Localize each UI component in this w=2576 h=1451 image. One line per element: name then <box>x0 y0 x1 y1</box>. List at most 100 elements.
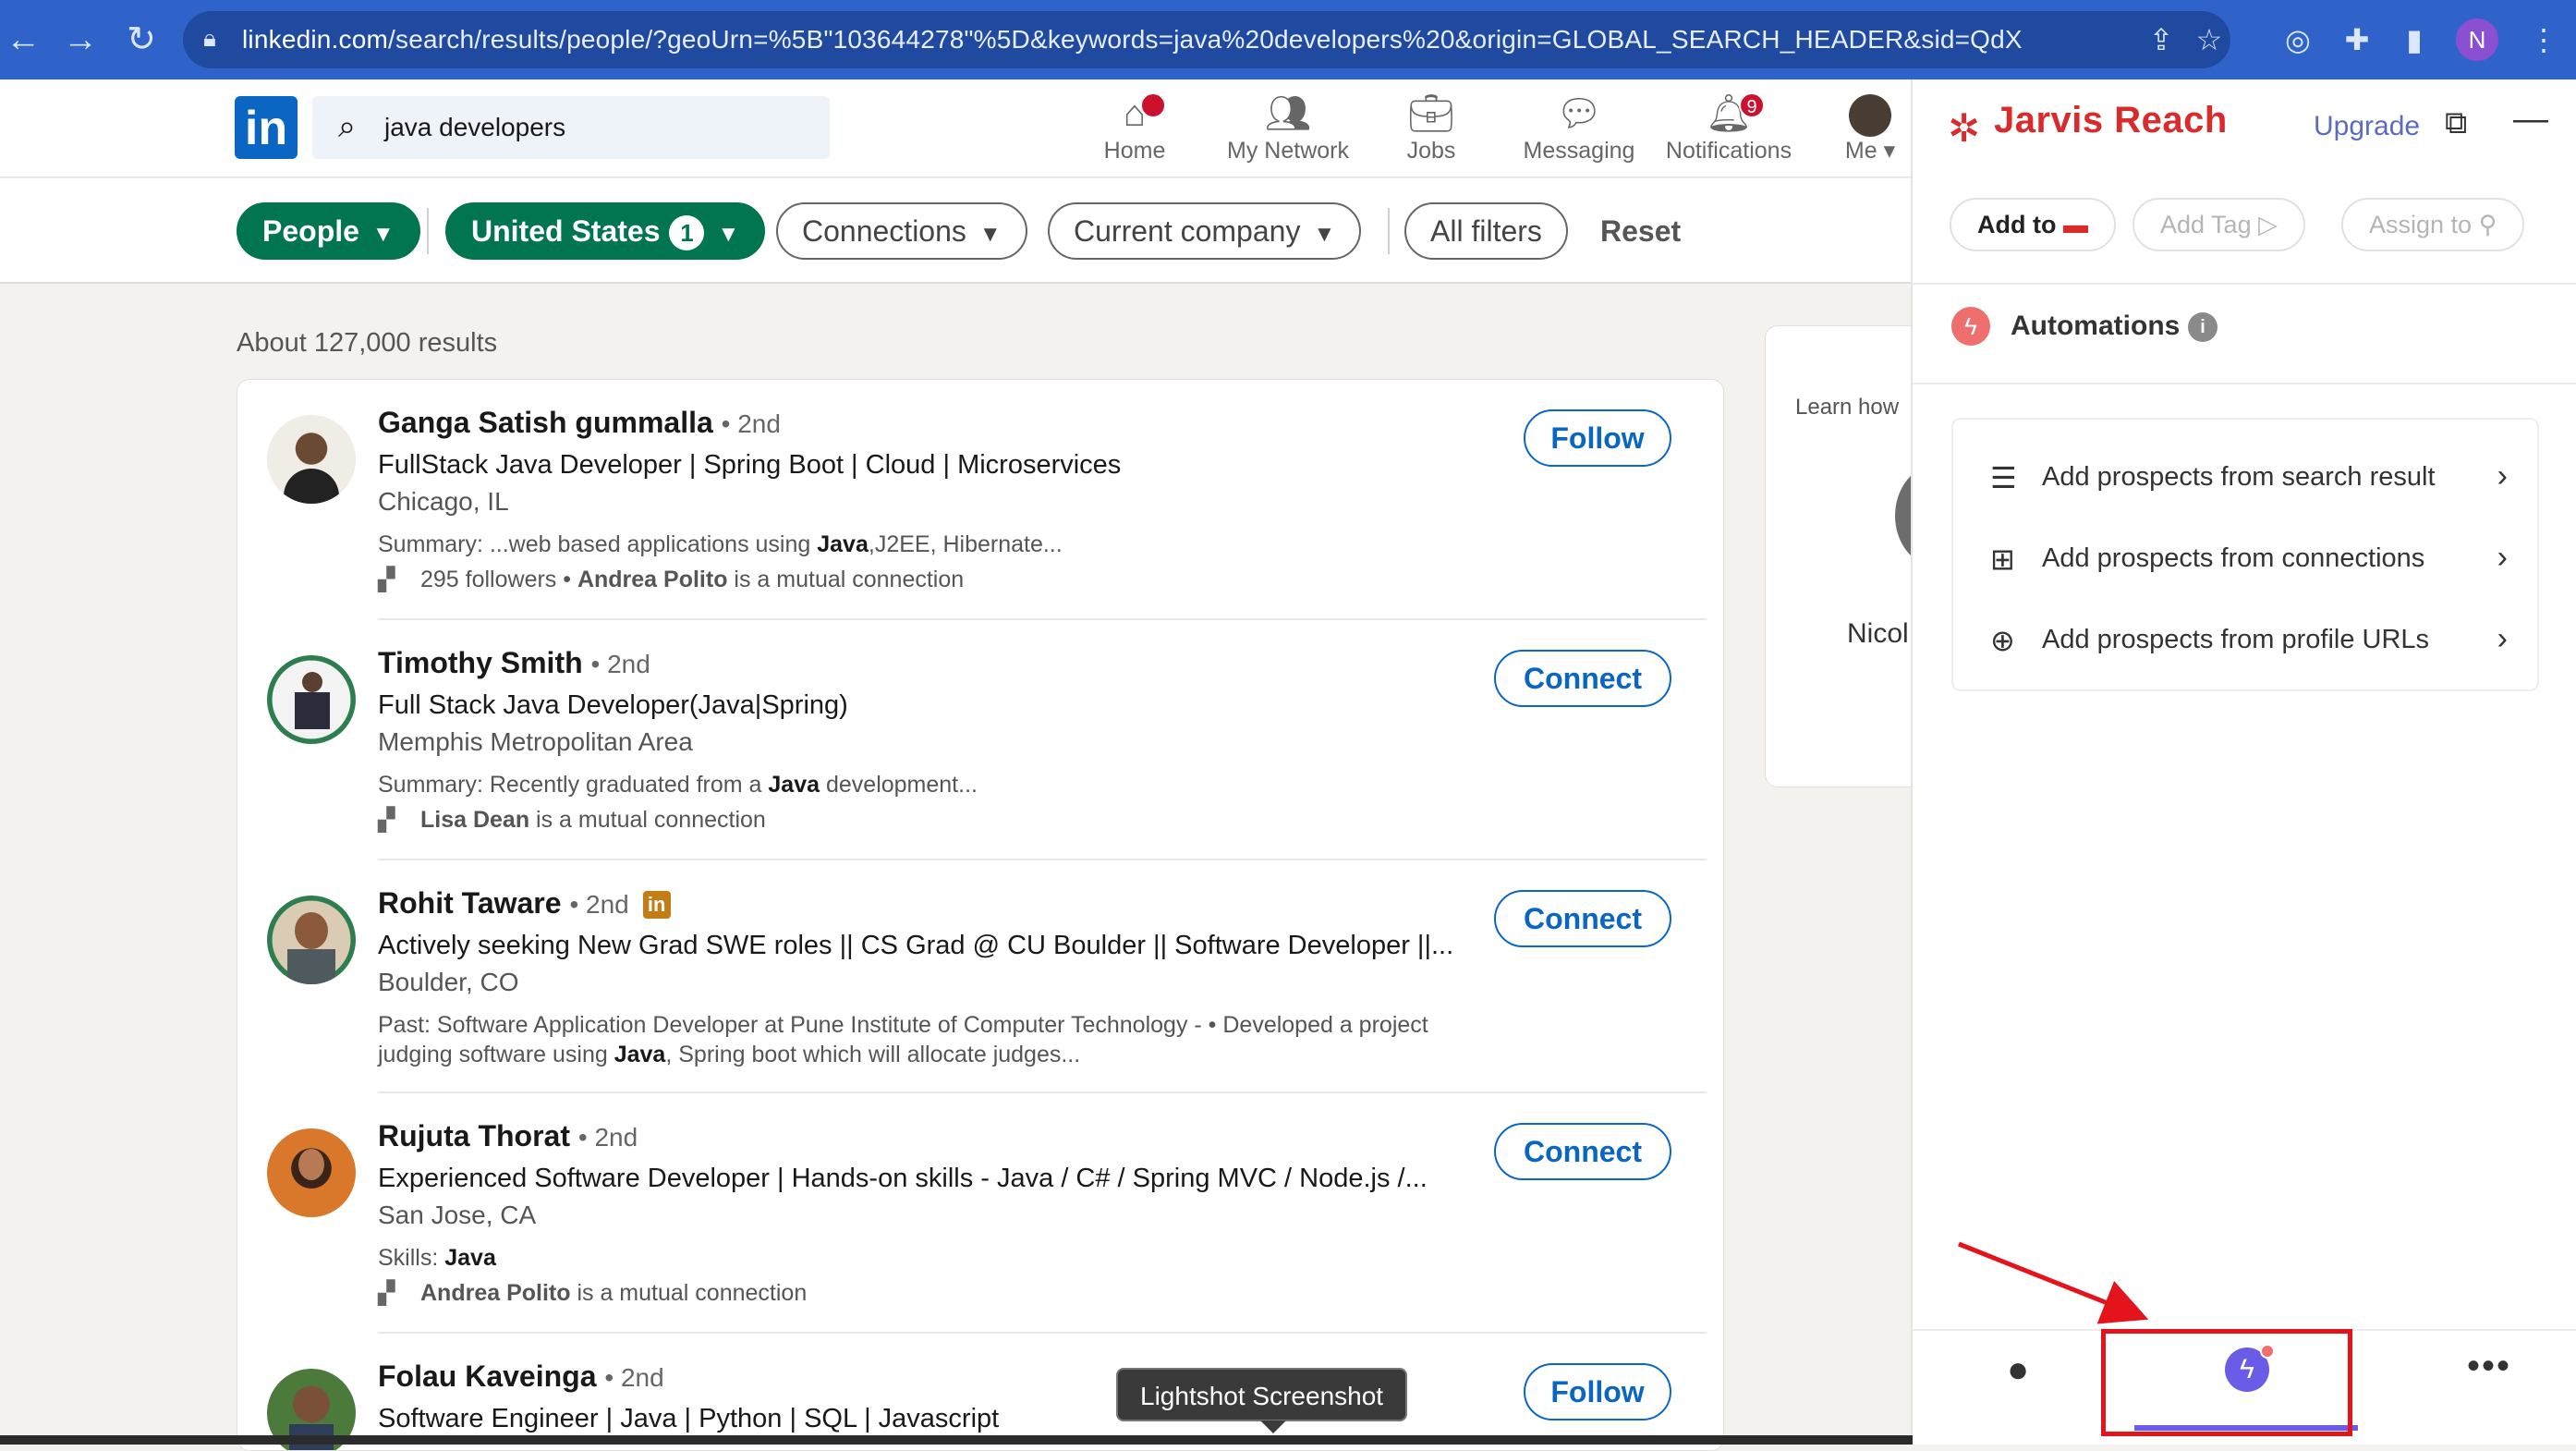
panel-divider <box>1913 283 2576 285</box>
filter-divider <box>1388 208 1390 254</box>
summary-text-end: ,J2EE, Hibernate... <box>868 531 1063 557</box>
profile-photo[interactable] <box>267 655 356 744</box>
automation-search-result[interactable]: ☰ Add prospects from search result › <box>1953 438 2541 519</box>
bookmark-star-icon[interactable]: ☆ <box>2188 18 2230 61</box>
linkedin-logo[interactable]: in <box>235 96 298 159</box>
add-tag-button[interactable]: Add Tag ▷ <box>2132 198 2305 251</box>
nav-messaging[interactable]: 💬︎ Messaging <box>1521 91 1637 165</box>
automation-label: Add prospects from connections <box>2042 543 2425 573</box>
nav-me[interactable]: Me ▾ <box>1842 91 1898 165</box>
search-input[interactable]: java developers <box>384 96 565 159</box>
nav-notifications[interactable]: 🔔︎ Notifications 9 <box>1659 91 1798 165</box>
caret-down-icon: ▼ <box>371 222 395 247</box>
follow-button[interactable]: Follow <box>1524 409 1671 467</box>
profile-photo[interactable] <box>267 415 356 504</box>
upgrade-link[interactable]: Upgrade <box>2314 111 2420 142</box>
nav-jobs[interactable]: 💼︎ Jobs <box>1399 91 1464 165</box>
profile-summary: Past: Software Application Developer at … <box>378 1010 1450 1069</box>
profile-name-link[interactable]: Folau Kaveinga <box>378 1360 597 1393</box>
reload-icon[interactable]: ↻ <box>118 17 164 63</box>
assign-to-label: Assign to <box>2369 211 2473 238</box>
extension-jarvis-icon[interactable]: ◎ <box>2277 18 2319 61</box>
search-box[interactable]: ⌕ java developers <box>312 96 830 159</box>
mutual-name[interactable]: Andrea Polito <box>577 567 728 592</box>
user-icon: ⚲ <box>2478 211 2497 238</box>
filter-current-company-label: Current company <box>1074 214 1301 248</box>
tooltip: Lightshot Screenshot <box>1116 1368 1408 1421</box>
tooltip-tail <box>1260 1421 1286 1433</box>
nav-my-network[interactable]: 👥︎ My Network <box>1218 91 1358 165</box>
filter-connections-label: Connections <box>802 214 966 248</box>
address-bar[interactable]: 🔒︎ linkedin.com/search/results/people/?g… <box>183 11 2230 68</box>
followers-text: 295 followers • <box>420 567 577 592</box>
automation-connections[interactable]: ⊞ Add prospects from connections › <box>1953 519 2541 601</box>
linkedin-header: in ⌕ java developers ⌂ Home 👥︎ My Networ… <box>0 79 1913 177</box>
person-tab-icon[interactable]: ● <box>2007 1349 2029 1391</box>
kebab-menu-icon[interactable]: ⋮ <box>2522 18 2565 61</box>
share-icon[interactable]: ⇪ <box>2140 18 2182 61</box>
profile-name-link[interactable]: Timothy Smith <box>378 646 583 679</box>
summary-keyword: Java <box>768 772 820 798</box>
nav-me-text: Me <box>1844 138 1877 164</box>
mutual-connection: ▞ Andrea Polito is a mutual connection <box>378 1280 807 1307</box>
profile-photo[interactable] <box>267 896 356 984</box>
nav-home[interactable]: ⌂ Home <box>1098 91 1172 165</box>
filter-people[interactable]: People ▼ <box>237 202 420 260</box>
mutual-connection: ▞ 295 followers • Andrea Polito is a mutu… <box>378 567 964 593</box>
filter-count-badge: 1 <box>669 215 705 250</box>
profile-name-link[interactable]: Ganga Satish gummalla <box>378 406 713 439</box>
filter-people-label: People <box>262 214 359 248</box>
connect-button[interactable]: Connect <box>1494 650 1671 707</box>
profile-location: Memphis Metropolitan Area <box>378 727 693 756</box>
profile-name-link[interactable]: Rohit Taware <box>378 886 562 920</box>
list-item: Rohit Taware • 2nd in Actively seeking N… <box>237 860 1723 1093</box>
jarvis-reach-panel: ✲ Jarvis Reach Upgrade ⧉ — Add to ▬ Add … <box>1911 79 2576 1445</box>
connect-button[interactable]: Connect <box>1494 890 1671 947</box>
filter-connections[interactable]: Connections ▼ <box>776 202 1027 260</box>
profile-location: Chicago, IL <box>378 487 509 516</box>
assign-to-button[interactable]: Assign to ⚲ <box>2341 198 2525 251</box>
promo-name: Nicol <box>1847 618 1909 649</box>
mutual-connection: ▞ Lisa Dean is a mutual connection <box>378 807 766 834</box>
jarvis-logo-icon: ✲ <box>1948 106 1981 150</box>
all-filters-button[interactable]: All filters <box>1404 202 1568 260</box>
mutual-name[interactable]: Andrea Polito <box>420 1280 571 1306</box>
url-text: linkedin.com/search/results/people/?geoU… <box>242 11 2023 68</box>
automation-profile-urls[interactable]: ⊕ Add prospects from profile URLs › <box>1953 601 2541 682</box>
caret-down-icon: ▼ <box>1313 222 1336 247</box>
add-to-button[interactable]: Add to ▬ <box>1950 198 2116 251</box>
browser-profile-avatar[interactable]: N <box>2456 18 2498 61</box>
mutual-text: is a mutual connection <box>727 567 965 592</box>
more-icon[interactable]: ••• <box>2467 1346 2511 1387</box>
forward-arrow-icon[interactable]: → <box>57 17 103 63</box>
minimize-icon[interactable]: — <box>2513 100 2548 140</box>
people-icon: ▞ <box>378 1281 395 1306</box>
profile-headline: Full Stack Java Developer(Java|Spring) <box>378 690 848 720</box>
side-panel-icon[interactable]: ▮ <box>2393 18 2436 61</box>
mutual-text: is a mutual connection <box>570 1280 808 1306</box>
globe-icon: ⊕ <box>1990 624 2015 657</box>
connection-degree: • 2nd <box>604 1363 664 1392</box>
reset-button[interactable]: Reset <box>1600 202 1681 260</box>
external-link-icon[interactable]: ⧉ <box>2445 105 2467 141</box>
connect-button[interactable]: Connect <box>1494 1123 1671 1180</box>
profile-photo[interactable] <box>267 1128 356 1217</box>
back-arrow-icon[interactable]: ← <box>0 17 46 63</box>
lock-icon: 🔒︎ <box>203 24 216 52</box>
result-name-line: Timothy Smith • 2nd <box>378 646 650 680</box>
summary-text: Summary: ...web based applications using <box>378 531 818 557</box>
profile-headline: Actively seeking New Grad SWE roles || C… <box>378 931 1454 960</box>
mutual-name[interactable]: Lisa Dean <box>420 807 529 833</box>
profile-name-link[interactable]: Rujuta Thorat <box>378 1119 570 1152</box>
chevron-right-icon: › <box>2497 621 2508 656</box>
filter-location[interactable]: United States 1 ▼ <box>445 202 766 260</box>
list-item: Ganga Satish gummalla • 2nd FullStack Ja… <box>237 380 1723 620</box>
info-icon[interactable]: i <box>2188 312 2218 342</box>
profile-summary: Summary: Recently graduated from a Java … <box>378 770 1487 799</box>
follow-button[interactable]: Follow <box>1524 1363 1671 1421</box>
filter-current-company[interactable]: Current company ▼ <box>1048 202 1362 260</box>
puzzle-extensions-icon[interactable]: ✚ <box>2336 18 2378 61</box>
promo-text: Learn how <box>1795 395 1900 420</box>
automation-label: Add prospects from profile URLs <box>2042 625 2430 654</box>
url-host: linkedin.com <box>242 25 389 54</box>
